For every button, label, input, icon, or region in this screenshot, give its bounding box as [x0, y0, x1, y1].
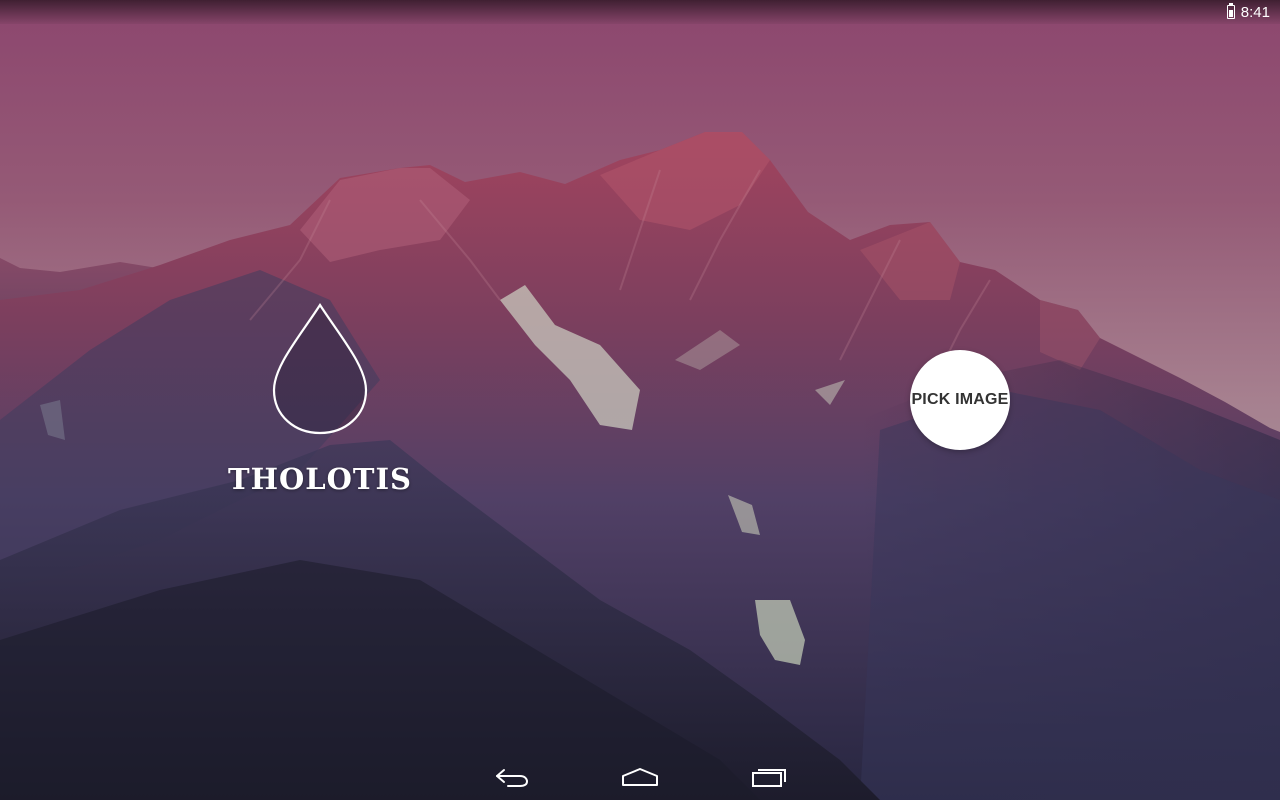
- home-screen: 8:41 THOLOTIS PICK IMAGE: [0, 0, 1280, 800]
- home-icon: [622, 768, 658, 786]
- water-drop-icon: [272, 302, 368, 435]
- status-icons: 8:41: [1226, 3, 1270, 21]
- status-clock: 8:41: [1240, 3, 1270, 21]
- battery-icon: [1226, 3, 1235, 19]
- navigation-bar: [0, 752, 1280, 800]
- recents-button[interactable]: [741, 758, 797, 796]
- mountain-background-image: [0, 0, 1280, 800]
- pick-image-button[interactable]: PICK IMAGE: [910, 350, 1010, 450]
- status-bar: 8:41: [0, 0, 1280, 24]
- back-button[interactable]: [484, 758, 540, 796]
- home-button[interactable]: [612, 758, 668, 796]
- back-icon: [496, 769, 529, 787]
- app-title: THOLOTIS: [228, 462, 412, 496]
- recents-icon: [752, 769, 786, 787]
